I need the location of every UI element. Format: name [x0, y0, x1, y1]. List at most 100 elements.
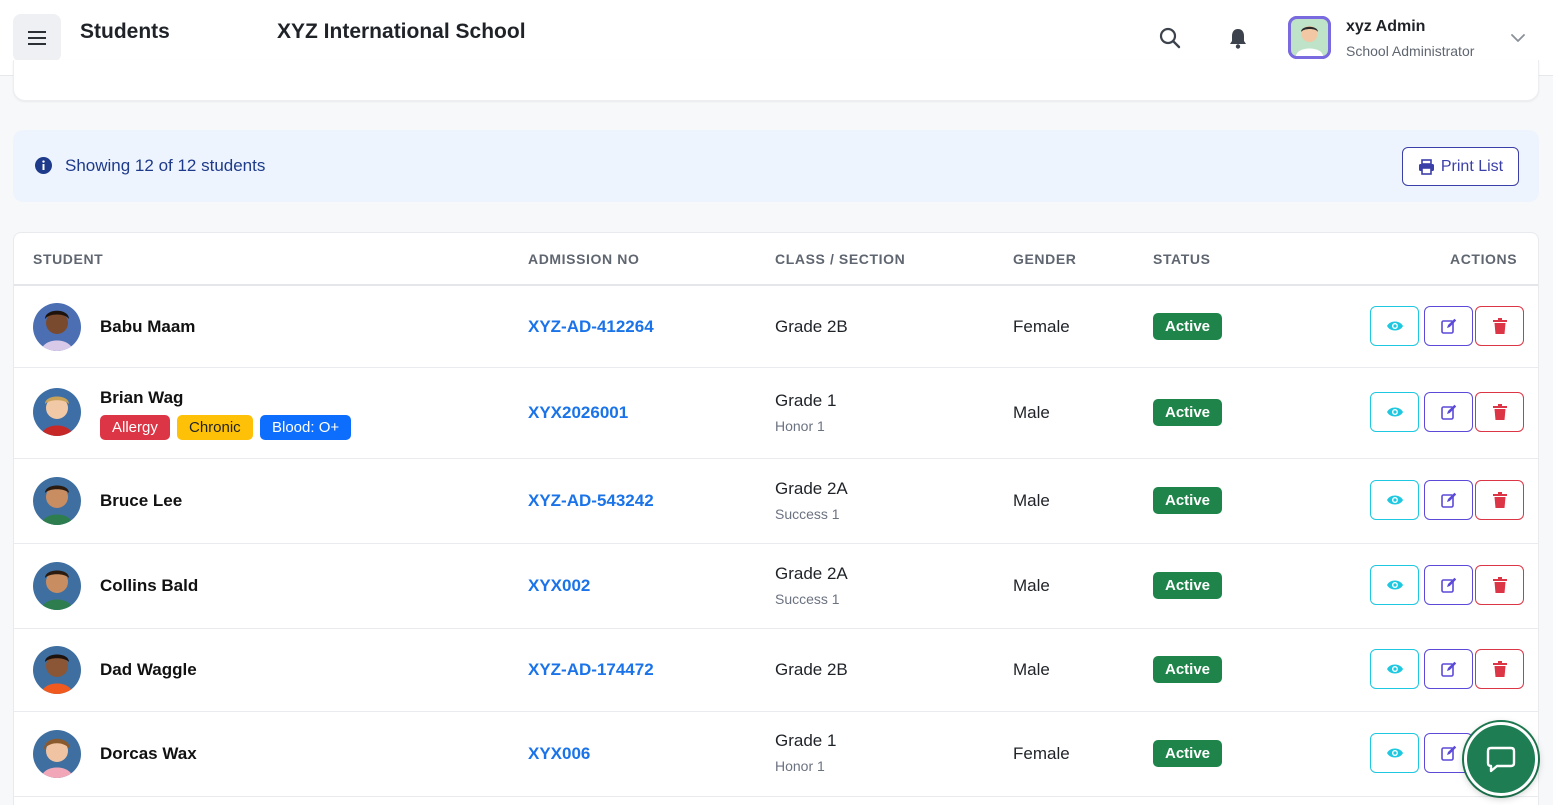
class-name: Grade 2B — [775, 660, 848, 679]
column-header-admission-no: ADMISSION NO — [528, 251, 640, 267]
class-name: Grade 2B — [775, 317, 848, 336]
student-avatar — [33, 477, 81, 525]
table-row: Babu Maam XYZ-AD-412264 Grade 2B Female … — [14, 286, 1538, 368]
table-row: Dad Waggle XYZ-AD-174472 Grade 2B Male A… — [14, 629, 1538, 712]
edit-icon — [1440, 745, 1456, 761]
edit-student-button[interactable] — [1424, 649, 1473, 689]
chevron-down-icon — [1511, 34, 1525, 42]
delete-student-button[interactable] — [1475, 565, 1524, 605]
delete-student-button[interactable] — [1475, 392, 1524, 432]
column-header-student: STUDENT — [33, 251, 104, 267]
table-row: Collins Bald XYX002 Grade 2A Success 1 M… — [14, 544, 1538, 629]
view-student-button[interactable] — [1370, 733, 1419, 773]
table-row: Brian Wag Allergy Chronic Blood: O+ XYX2… — [14, 368, 1538, 459]
gender: Male — [1013, 660, 1050, 679]
view-student-button[interactable] — [1370, 565, 1419, 605]
edit-icon — [1440, 661, 1456, 677]
class-name: Grade 1 — [775, 391, 837, 410]
student-avatar — [33, 646, 81, 694]
edit-icon — [1440, 577, 1456, 593]
blood-group-tag: Blood: O+ — [260, 415, 352, 440]
eye-icon — [1386, 495, 1403, 505]
edit-icon — [1440, 318, 1456, 334]
notifications-button[interactable] — [1224, 24, 1252, 52]
status-badge: Active — [1153, 313, 1223, 340]
student-name[interactable]: Babu Maam — [100, 317, 195, 337]
trash-icon — [1492, 492, 1507, 508]
status-badge: Active — [1153, 487, 1223, 514]
search-button[interactable] — [1156, 24, 1184, 52]
eye-icon — [1386, 580, 1403, 590]
edit-icon — [1440, 492, 1456, 508]
allergy-tag: Allergy — [100, 415, 170, 440]
delete-student-button[interactable] — [1475, 306, 1524, 346]
view-student-button[interactable] — [1370, 649, 1419, 689]
edit-student-button[interactable] — [1424, 565, 1473, 605]
user-name: xyz Admin — [1346, 18, 1426, 35]
admission-number-link[interactable]: XYX006 — [528, 744, 590, 764]
print-list-label: Print List — [1440, 157, 1504, 175]
search-icon — [1159, 27, 1181, 49]
chat-button[interactable] — [1464, 722, 1538, 796]
menu-toggle-button[interactable] — [13, 14, 61, 62]
admission-number-link[interactable]: XYZ-AD-412264 — [528, 317, 654, 337]
section-name: Success 1 — [775, 506, 840, 522]
section-name: Honor 1 — [775, 758, 825, 774]
edit-student-button[interactable] — [1424, 306, 1473, 346]
info-icon — [35, 157, 52, 174]
view-student-button[interactable] — [1370, 480, 1419, 520]
eye-icon — [1386, 321, 1403, 331]
printer-icon — [1418, 158, 1434, 175]
admission-number-link[interactable]: XYZ-AD-174472 — [528, 660, 654, 680]
school-name: XYZ International School — [277, 20, 526, 43]
user-avatar[interactable] — [1288, 16, 1331, 59]
student-avatar — [33, 303, 81, 351]
section-name: Honor 1 — [775, 418, 825, 434]
gender: Female — [1013, 317, 1070, 336]
student-avatar — [33, 388, 81, 436]
student-name[interactable]: Dad Waggle — [100, 660, 197, 680]
view-student-button[interactable] — [1370, 306, 1419, 346]
admission-number-link[interactable]: XYX2026001 — [528, 403, 628, 423]
status-badge: Active — [1153, 399, 1223, 426]
column-header-gender: GENDER — [1013, 251, 1077, 267]
trash-icon — [1492, 661, 1507, 677]
student-name[interactable]: Bruce Lee — [100, 491, 182, 511]
eye-icon — [1386, 748, 1403, 758]
class-name: Grade 2A — [775, 564, 848, 583]
student-name[interactable]: Collins Bald — [100, 576, 198, 596]
trash-icon — [1492, 577, 1507, 593]
column-header-class-section: CLASS / SECTION — [775, 251, 906, 267]
hamburger-icon — [28, 31, 46, 45]
student-name[interactable]: Dorcas Wax — [100, 744, 197, 764]
edit-student-button[interactable] — [1424, 392, 1473, 432]
delete-student-button[interactable] — [1475, 480, 1524, 520]
student-name[interactable]: Brian Wag — [100, 388, 183, 408]
admission-number-link[interactable]: XYX002 — [528, 576, 590, 596]
trash-icon — [1492, 404, 1507, 420]
class-name: Grade 2A — [775, 479, 848, 498]
edit-student-button[interactable] — [1424, 480, 1473, 520]
gender: Female — [1013, 744, 1070, 763]
trash-icon — [1492, 318, 1507, 334]
eye-icon — [1386, 407, 1403, 417]
gender: Male — [1013, 576, 1050, 595]
chronic-condition-tag: Chronic — [177, 415, 253, 440]
user-role: School Administrator — [1346, 43, 1475, 59]
student-avatar — [33, 730, 81, 778]
delete-student-button[interactable] — [1475, 649, 1524, 689]
status-badge: Active — [1153, 740, 1223, 767]
table-row: Bruce Lee XYZ-AD-543242 Grade 2A Success… — [14, 459, 1538, 544]
status-badge: Active — [1153, 656, 1223, 683]
gender: Male — [1013, 491, 1050, 510]
admission-number-link[interactable]: XYZ-AD-543242 — [528, 491, 654, 511]
section-name: Success 1 — [775, 591, 840, 607]
user-menu-toggle[interactable] — [1508, 28, 1528, 48]
print-list-button[interactable]: Print List — [1402, 147, 1519, 186]
student-avatar — [33, 562, 81, 610]
view-student-button[interactable] — [1370, 392, 1419, 432]
results-info-alert: Showing 12 of 12 students Print List — [13, 130, 1539, 202]
gender: Male — [1013, 403, 1050, 422]
column-header-status: STATUS — [1153, 251, 1211, 267]
chat-icon — [1486, 746, 1516, 773]
